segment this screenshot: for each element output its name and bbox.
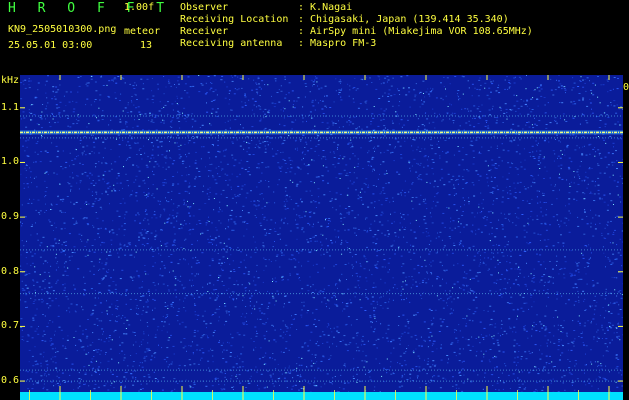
meteor-count: 13 [140, 40, 153, 51]
info-value-location: : Chigasaki, Japan (139.414 35.340) [298, 14, 509, 25]
info-value-antenna: : Maspro FM-3 [298, 38, 377, 49]
spectrogram-background [20, 75, 623, 400]
y-tick-label-0: 1.1 [1, 101, 20, 113]
y-tick-label-1: 1.0 [1, 156, 20, 168]
y-tick-label-2: 0.9 [1, 211, 20, 223]
info-label-receiver: Receiver [180, 26, 229, 37]
info-label-observer: Observer [180, 2, 229, 13]
info-label-antenna: Receiving antenna [180, 38, 283, 49]
bottom-band [20, 392, 623, 400]
info-value-observer: : K.Nagai [298, 2, 353, 13]
spectrogram-svg [20, 75, 623, 400]
y-tick-label-4: 0.7 [1, 320, 20, 332]
y-tick-label-3: 0.8 [1, 265, 20, 277]
header-panel: H R O F F T 1.00f KN9_2505010300.png met… [0, 0, 629, 75]
meteor-label: meteor [124, 26, 161, 37]
info-label-location: Receiving Location [180, 14, 289, 25]
y-axis-unit: kHz [1, 75, 20, 86]
y-tick-label-5: 0.6 [1, 375, 20, 387]
info-value-receiver: : AirSpy mini (Miakejima VOR 108.65MHz) [298, 26, 533, 37]
spectrogram-plot [20, 75, 623, 400]
app-version: 1.00f [124, 2, 155, 13]
date-time: 25.05.01 03:00 [8, 40, 93, 51]
file-name: KN9_2505010300.png [8, 24, 117, 35]
